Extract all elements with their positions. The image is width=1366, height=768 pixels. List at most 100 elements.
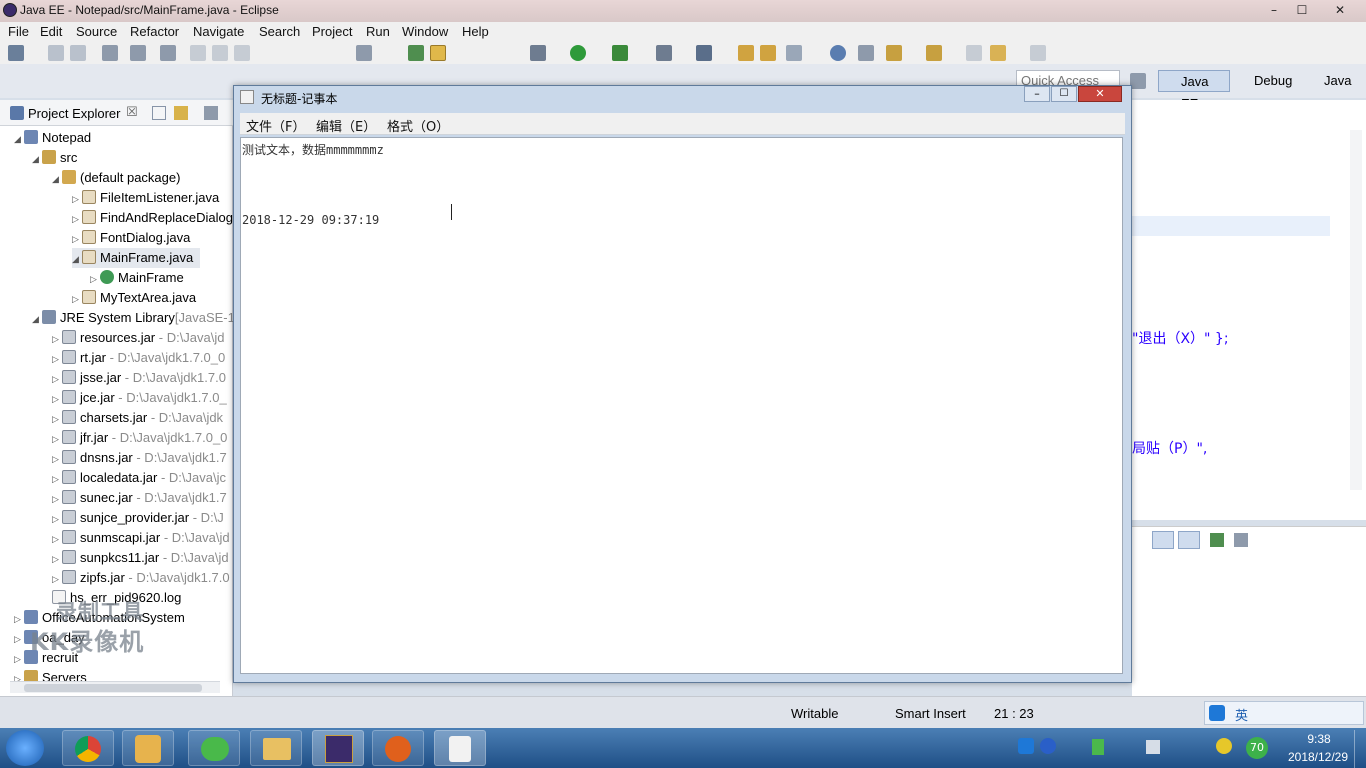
expand-icon[interactable]: ▷	[52, 409, 62, 429]
expand-icon[interactable]: ▷	[52, 549, 62, 569]
notepad-minimize-button[interactable]: –	[1024, 86, 1050, 102]
run-server-icon[interactable]	[612, 45, 628, 61]
explorer-taskbar-button[interactable]	[250, 730, 302, 766]
expand-icon[interactable]: ▷	[52, 569, 62, 589]
close-view-icon[interactable]: ☒	[126, 105, 138, 120]
open-type-icon[interactable]	[102, 45, 118, 61]
collapse-icon[interactable]: ◢	[72, 249, 82, 269]
expand-icon[interactable]: ▷	[52, 329, 62, 349]
skip-breakpoints-icon[interactable]	[160, 45, 176, 61]
save-icon[interactable]	[48, 45, 64, 61]
save-all-icon[interactable]	[70, 45, 86, 61]
notepad-menu-file[interactable]: 文件（F）	[246, 116, 305, 135]
prev-annotation-icon[interactable]	[886, 45, 902, 61]
tree-node-default-package[interactable]: ◢ (default package)	[52, 168, 180, 188]
tree-node-jar[interactable]: ▷ sunec.jar - D:\Java\jdk1.7	[52, 488, 227, 508]
tree-node-jre[interactable]: ◢ JRE System Library[JavaSE-1	[32, 308, 235, 328]
pin-icon[interactable]	[786, 45, 802, 61]
close-button[interactable]: ✕	[1330, 2, 1350, 18]
new-server-icon[interactable]	[696, 45, 712, 61]
tree-node-mainframe-class[interactable]: ▷ MainFrame	[90, 268, 184, 288]
tree-node-notepad[interactable]: ◢ Notepad	[14, 128, 91, 148]
console-icon[interactable]	[130, 45, 146, 61]
clock-time[interactable]: 9:38	[1296, 732, 1342, 746]
suspend-icon[interactable]	[212, 45, 228, 61]
globe-icon[interactable]	[830, 45, 846, 61]
next-annotation-icon[interactable]	[858, 45, 874, 61]
expand-icon[interactable]: ▷	[72, 209, 82, 229]
resume-icon[interactable]	[190, 45, 206, 61]
notepad-text-area[interactable]: 测试文本，数据mmmmmmmz 2018-12-29 09:37:19	[240, 137, 1123, 674]
last-edit-icon[interactable]	[926, 45, 942, 61]
java-taskbar-button[interactable]	[434, 730, 486, 766]
expand-icon[interactable]: ▷	[14, 609, 24, 629]
qq-tray-icon[interactable]	[1018, 738, 1034, 754]
collapse-icon[interactable]: ◢	[14, 129, 24, 149]
external-tools-icon[interactable]	[656, 45, 672, 61]
add-tray-icon[interactable]	[1216, 738, 1232, 754]
run-icon[interactable]	[570, 45, 586, 61]
app-taskbar-button[interactable]	[122, 730, 174, 766]
tree-node-fileitemlistener[interactable]: ▷ FileItemListener.java	[72, 188, 219, 208]
explorer-hscrollbar[interactable]	[10, 681, 220, 693]
forward-history-icon[interactable]	[1030, 45, 1046, 61]
console-toggle-icon[interactable]	[1152, 531, 1174, 549]
wechat-taskbar-button[interactable]	[188, 730, 240, 766]
expand-icon[interactable]: ▷	[52, 449, 62, 469]
tree-node-jar[interactable]: ▷ sunjce_provider.jar - D:\J	[52, 508, 224, 528]
menu-window[interactable]: Window	[402, 24, 448, 39]
notepad-maximize-button[interactable]: ☐	[1051, 86, 1077, 102]
scroll-thumb[interactable]	[24, 684, 202, 692]
notepad-menu-format[interactable]: 格式（O）	[387, 116, 449, 135]
expand-icon[interactable]: ▷	[90, 269, 100, 289]
toggle-icon[interactable]	[356, 45, 372, 61]
expand-icon[interactable]: ▷	[52, 349, 62, 369]
terminate-icon[interactable]	[234, 45, 250, 61]
display-console-icon[interactable]	[1234, 533, 1248, 547]
perspective-java[interactable]: Java	[1306, 70, 1351, 92]
collapse-icon[interactable]: ◢	[32, 309, 42, 329]
expand-icon[interactable]: ▷	[14, 649, 24, 669]
console-pin-icon[interactable]	[1178, 531, 1200, 549]
tree-node-jar[interactable]: ▷ sunmscapi.jar - D:\Java\jd	[52, 528, 230, 548]
tree-node-jar[interactable]: ▷ sunpkcs11.jar - D:\Java\jd	[52, 548, 229, 568]
expand-icon[interactable]: ▷	[52, 429, 62, 449]
tree-node-jar[interactable]: ▷ charsets.jar - D:\Java\jdk	[52, 408, 223, 428]
help-tray-icon[interactable]	[1040, 738, 1056, 754]
expand-icon[interactable]: ▷	[14, 629, 24, 649]
tree-node-jar[interactable]: ▷ jce.jar - D:\Java\jdk1.7.0_	[52, 388, 227, 408]
expand-icon[interactable]: ▷	[72, 289, 82, 309]
expand-icon[interactable]: ▷	[52, 509, 62, 529]
minimize-button[interactable]: –	[1264, 2, 1284, 18]
ime-logo-icon[interactable]	[1209, 705, 1225, 721]
tree-node-jar[interactable]: ▷ jfr.jar - D:\Java\jdk1.7.0_0	[52, 428, 227, 448]
perspective-java-ee[interactable]: Java EE	[1158, 70, 1230, 111]
expand-icon[interactable]: ▷	[72, 189, 82, 209]
expand-icon[interactable]: ▷	[52, 469, 62, 489]
collapse-icon[interactable]: ◢	[32, 149, 42, 169]
tree-node-jar[interactable]: ▷ zipfs.jar - D:\Java\jdk1.7.0	[52, 568, 230, 588]
menu-refactor[interactable]: Refactor	[130, 24, 179, 39]
link-editor-icon[interactable]	[174, 106, 188, 120]
show-desktop-button[interactable]	[1354, 730, 1366, 768]
expand-icon[interactable]: ▷	[72, 229, 82, 249]
search-icon[interactable]	[408, 45, 424, 61]
tree-node-jar[interactable]: ▷ dnsns.jar - D:\Java\jdk1.7	[52, 448, 227, 468]
tree-node-src[interactable]: ◢ src	[32, 148, 77, 168]
tree-node-jar[interactable]: ▷ localedata.jar - D:\Java\jc	[52, 468, 226, 488]
score-badge[interactable]: 70	[1246, 737, 1268, 759]
tree-node-jar[interactable]: ▷ jsse.jar - D:\Java\jdk1.7.0	[52, 368, 226, 388]
expand-icon[interactable]: ▷	[52, 529, 62, 549]
start-button[interactable]	[6, 730, 44, 766]
maximize-button[interactable]: ☐	[1292, 2, 1312, 18]
tree-node-mytextarea[interactable]: ▷ MyTextArea.java	[72, 288, 196, 308]
network-tray-icon[interactable]	[1146, 740, 1160, 754]
new-icon[interactable]	[8, 45, 24, 61]
mark-occurrences-icon[interactable]	[430, 45, 446, 61]
menu-edit[interactable]: Edit	[40, 24, 62, 39]
perspective-debug[interactable]: Debug	[1236, 70, 1292, 92]
menu-file[interactable]: File	[8, 24, 29, 39]
collapse-all-icon[interactable]	[152, 106, 166, 120]
battery-tray-icon[interactable]	[1092, 739, 1104, 755]
clock-date[interactable]: 2018/12/29	[1282, 750, 1354, 764]
